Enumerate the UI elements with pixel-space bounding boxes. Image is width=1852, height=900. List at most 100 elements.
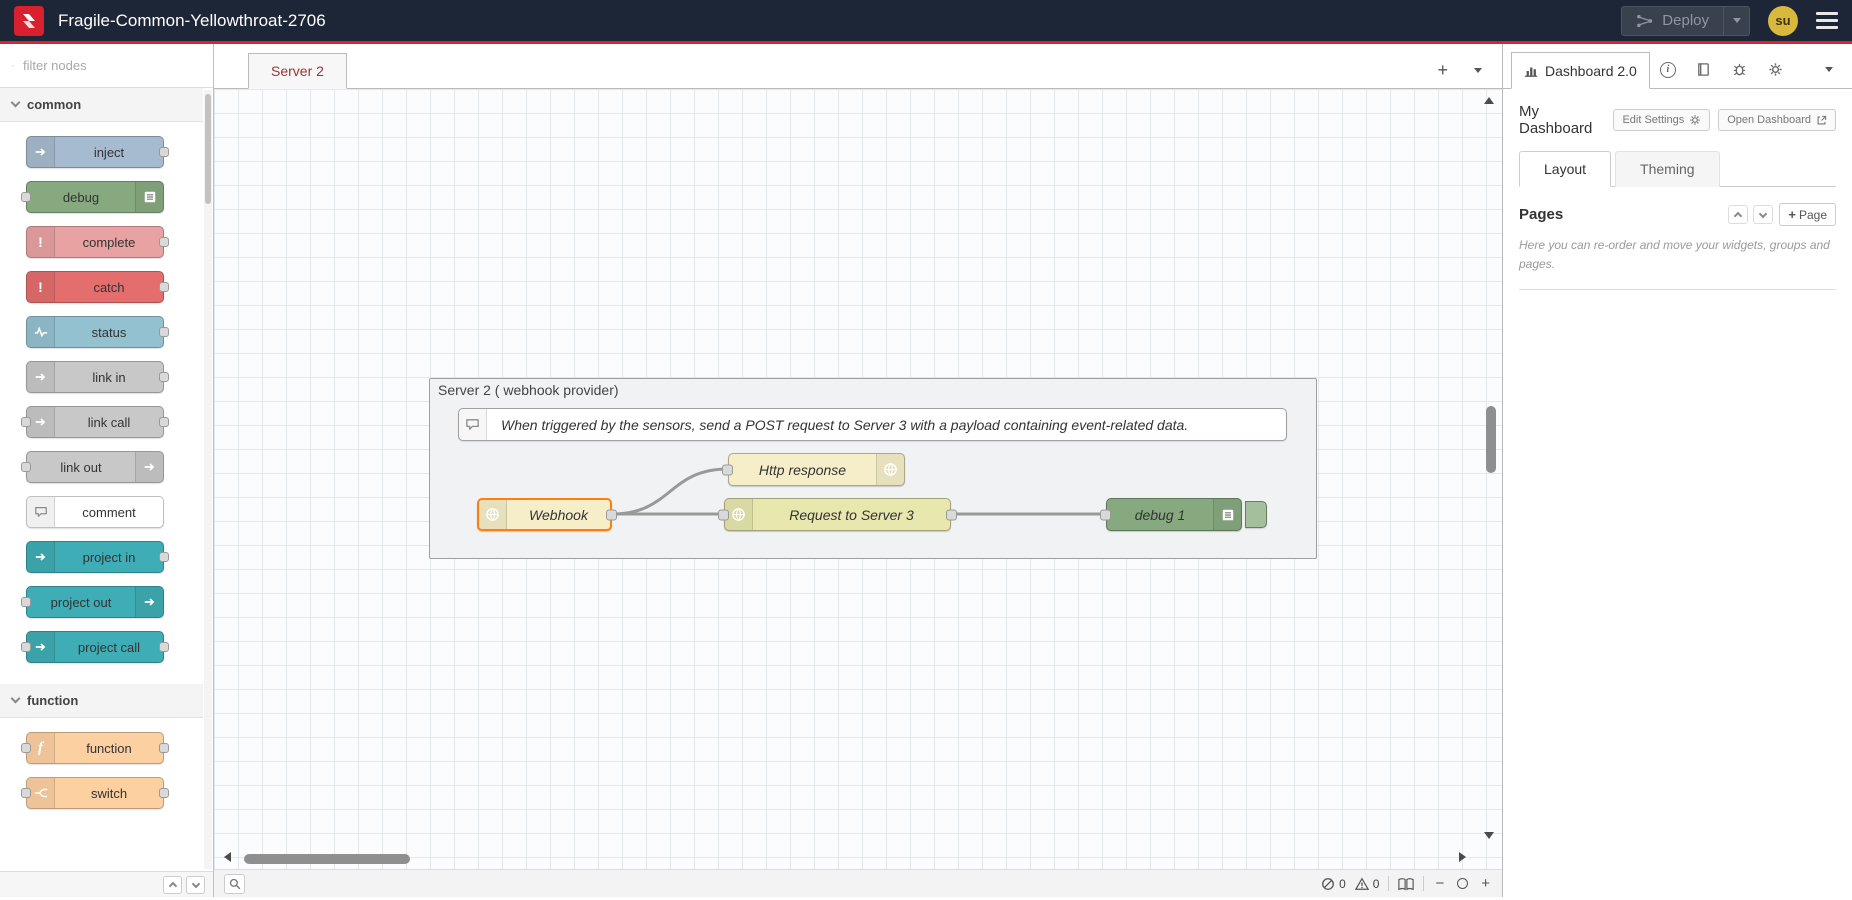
output-port <box>159 552 169 562</box>
move-page-down-button[interactable] <box>1753 205 1773 224</box>
inject-icon <box>27 137 55 167</box>
input-port[interactable] <box>718 509 729 520</box>
collapse-categories-button[interactable] <box>163 876 182 894</box>
output-port[interactable] <box>946 509 957 520</box>
palette-node-switch[interactable]: switch <box>26 777 164 809</box>
tab-theming[interactable]: Theming <box>1615 151 1719 187</box>
output-port <box>159 147 169 157</box>
input-port <box>21 642 31 652</box>
error-icon <box>1321 877 1335 891</box>
palette-scrollbar-thumb[interactable] <box>205 94 211 204</box>
edit-settings-button[interactable]: Edit Settings <box>1613 109 1710 131</box>
tab-layout[interactable]: Layout <box>1519 151 1611 187</box>
deploy-button[interactable]: Deploy <box>1622 7 1723 35</box>
divider <box>1519 289 1836 290</box>
scroll-down-arrow[interactable] <box>1484 832 1494 839</box>
open-dashboard-button[interactable]: Open Dashboard <box>1718 109 1836 131</box>
input-port <box>21 788 31 798</box>
palette-node-complete[interactable]: ! complete <box>26 226 164 258</box>
expand-categories-button[interactable] <box>186 876 205 894</box>
vertical-scrollbar-thumb[interactable] <box>1486 406 1496 473</box>
output-port <box>159 642 169 652</box>
sidebar-tab-dashboard[interactable]: Dashboard 2.0 <box>1511 52 1650 89</box>
exclamation-icon: ! <box>27 227 55 257</box>
node-label: Http response <box>729 462 876 478</box>
flow-canvas[interactable]: Server 2 ( webhook provider) When trigge… <box>214 89 1502 869</box>
palette-search <box>0 44 213 88</box>
palette-node-label: status <box>55 325 163 340</box>
sidebar-tab-help[interactable] <box>1686 51 1722 88</box>
scroll-left-arrow[interactable] <box>224 852 231 862</box>
search-icon <box>229 878 241 890</box>
sidebar-tab-config[interactable] <box>1758 51 1794 88</box>
palette-node-label: debug <box>27 190 135 205</box>
flow-node-debug-1[interactable]: debug 1 <box>1106 498 1242 531</box>
app-logo-icon[interactable] <box>14 6 44 36</box>
zoom-in-button[interactable]: + <box>1479 876 1492 891</box>
palette-category-label: function <box>27 693 78 708</box>
palette-node-project-out[interactable]: project out <box>26 586 164 618</box>
warning-count[interactable]: 0 <box>1355 877 1380 891</box>
chevron-down-icon <box>11 694 21 704</box>
input-port[interactable] <box>722 464 733 475</box>
output-port <box>159 788 169 798</box>
menu-button[interactable] <box>1816 12 1838 29</box>
deploy-label: Deploy <box>1662 12 1709 29</box>
horizontal-scrollbar-thumb[interactable] <box>244 854 410 864</box>
palette-scrollbar[interactable] <box>204 90 212 869</box>
search-flows-button[interactable] <box>224 874 245 894</box>
map-icon <box>1398 877 1414 891</box>
sidebar-tab-debug[interactable] <box>1722 51 1758 88</box>
pages-header: Pages + Page <box>1519 203 1836 226</box>
output-port[interactable] <box>606 509 617 520</box>
palette-node-link-in[interactable]: link in <box>26 361 164 393</box>
comment-node[interactable]: When triggered by the sensors, send a PO… <box>458 408 1287 441</box>
flow-node-request-to-server-3[interactable]: Request to Server 3 <box>724 498 951 531</box>
zoom-reset-button[interactable] <box>1455 878 1470 889</box>
palette-node-debug[interactable]: debug <box>26 181 164 213</box>
flow-tab-server-2[interactable]: Server 2 <box>248 53 347 89</box>
bar-chart-icon <box>1524 64 1538 78</box>
output-port <box>159 417 169 427</box>
input-port[interactable] <box>1100 509 1111 520</box>
input-port <box>21 597 31 607</box>
palette-node-link-out[interactable]: link out <box>26 451 164 483</box>
scroll-up-arrow[interactable] <box>1484 97 1494 104</box>
palette-node-inject[interactable]: inject <box>26 136 164 168</box>
palette-filter-input[interactable] <box>21 57 201 74</box>
zoom-out-button[interactable]: − <box>1433 876 1446 891</box>
sidebar-options-button[interactable] <box>1814 51 1844 88</box>
palette-node-project-call[interactable]: project call <box>26 631 164 663</box>
deploy-options-button[interactable] <box>1723 7 1749 35</box>
palette-category-function[interactable]: function <box>0 684 203 718</box>
flow-list-button[interactable] <box>1468 67 1488 74</box>
sidebar-tab-info[interactable]: i <box>1650 51 1686 88</box>
edit-settings-label: Edit Settings <box>1622 114 1684 126</box>
chevron-down-icon <box>1474 68 1482 73</box>
palette-node-status[interactable]: status <box>26 316 164 348</box>
globe-icon <box>876 454 904 485</box>
exclamation-icon: ! <box>27 272 55 302</box>
palette-node-comment[interactable]: comment <box>26 496 164 528</box>
debug-toggle-button[interactable] <box>1245 501 1267 528</box>
output-port <box>159 372 169 382</box>
palette-node-catch[interactable]: ! catch <box>26 271 164 303</box>
add-flow-button[interactable]: + <box>1431 60 1454 80</box>
user-avatar[interactable]: su <box>1768 6 1798 36</box>
flow-node-webhook[interactable]: Webhook <box>477 498 612 531</box>
scroll-right-arrow[interactable] <box>1459 852 1466 862</box>
move-page-up-button[interactable] <box>1728 205 1748 224</box>
add-page-button[interactable]: + Page <box>1779 203 1836 226</box>
debug-icon <box>135 182 163 212</box>
dashboard-panel: My Dashboard Edit Settings Open Dashboar… <box>1503 89 1852 304</box>
navigator-toggle-button[interactable] <box>1398 877 1414 891</box>
palette-node-function[interactable]: f function <box>26 732 164 764</box>
comment-icon <box>27 497 55 527</box>
palette-node-link-call[interactable]: link call <box>26 406 164 438</box>
globe-icon <box>725 499 753 530</box>
flow-node-http-response[interactable]: Http response <box>728 453 905 486</box>
error-count[interactable]: 0 <box>1321 877 1346 891</box>
palette-node-project-in[interactable]: project in <box>26 541 164 573</box>
palette-category-common[interactable]: common <box>0 88 203 122</box>
chevron-up-icon <box>1734 211 1742 219</box>
